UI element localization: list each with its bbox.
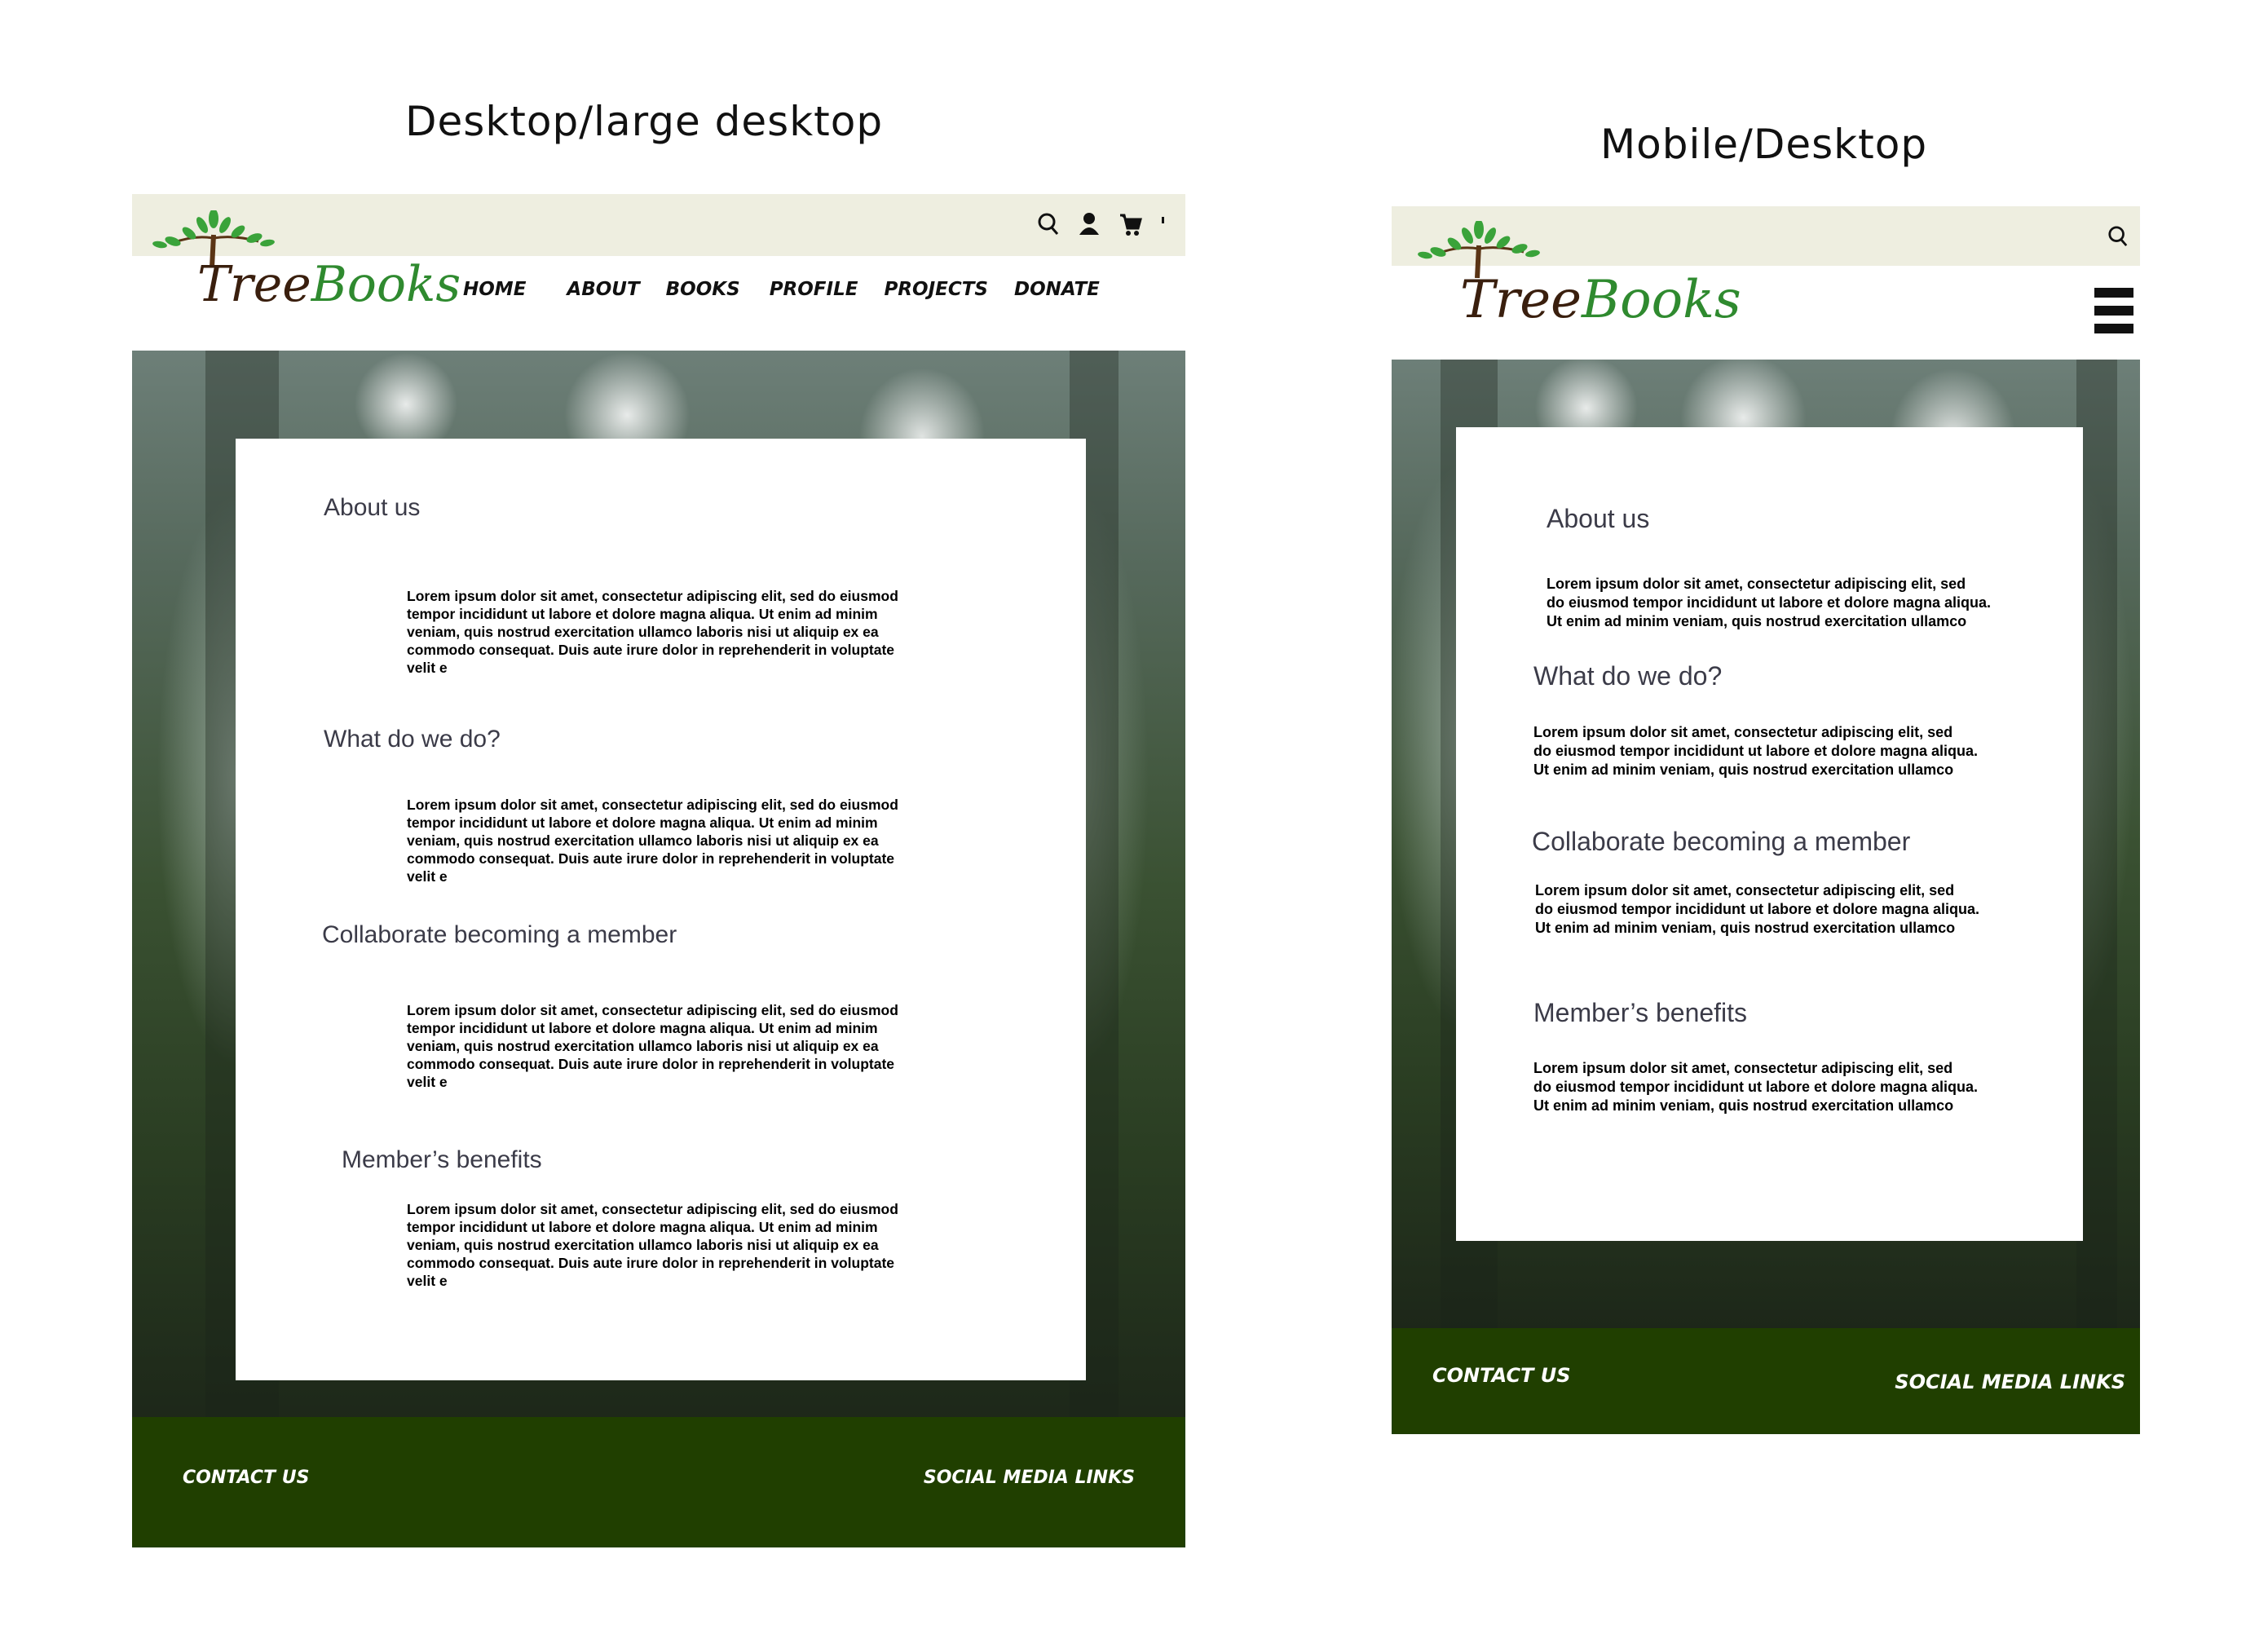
mobile-content-panel: About us Lorem ipsum dolor sit amet, con… <box>1456 427 2083 1241</box>
logo-text: TreeBooks <box>197 256 461 313</box>
mobile-footer: CONTACT US SOCIAL MEDIA LINKS <box>1392 1328 2140 1434</box>
section-text: Lorem ipsum dolor sit amet, consectetur … <box>407 797 898 885</box>
section-text: Lorem ipsum dolor sit amet, consectetur … <box>1547 576 1992 629</box>
overflow-icon[interactable] <box>1161 212 1166 236</box>
section-text: Lorem ipsum dolor sit amet, consectetur … <box>1535 882 1980 936</box>
section-heading: Collaborate becoming a member <box>322 921 677 948</box>
nav-projects[interactable]: PROJECTS <box>884 279 988 300</box>
nav-donate[interactable]: DONATE <box>1014 279 1100 300</box>
nav-books[interactable]: BOOKS <box>666 279 740 300</box>
desktop-nav: HOME ABOUT BOOKS PROFILE PROJECTS DONATE <box>463 279 1100 300</box>
cart-icon[interactable] <box>1119 212 1143 236</box>
desktop-content-panel: About us Lorem ipsum dolor sit amet, con… <box>236 439 1086 1380</box>
desktop-logo[interactable]: TreeBooks <box>148 210 461 333</box>
search-icon[interactable] <box>2107 224 2129 249</box>
desktop-mockup: TreeBooks HOME ABOUT BOOKS PROFILE PROJE… <box>132 194 1185 1547</box>
section-text: Lorem ipsum dolor sit amet, consectetur … <box>407 588 898 676</box>
nav-home[interactable]: HOME <box>463 279 526 300</box>
mobile-mockup: TreeBooks About us Lorem ipsum dolor sit… <box>1392 206 2140 1434</box>
social-media-links[interactable]: SOCIAL MEDIA LINKS <box>1895 1371 2125 1393</box>
section-heading: Member’s benefits <box>342 1146 542 1173</box>
desktop-footer: CONTACT US SOCIAL MEDIA LINKS <box>132 1417 1185 1547</box>
hamburger-menu-icon[interactable] <box>2094 288 2133 333</box>
section-heading: Collaborate becoming a member <box>1532 827 1911 856</box>
mobile-caption: Mobile/Desktop <box>1600 121 1928 168</box>
section-heading: What do we do? <box>324 726 501 753</box>
section-text: Lorem ipsum dolor sit amet, consectetur … <box>1533 1060 1979 1114</box>
section-text: Lorem ipsum dolor sit amet, consectetur … <box>407 1002 898 1090</box>
section-text: Lorem ipsum dolor sit amet, consectetur … <box>1533 724 1979 778</box>
logo-text: TreeBooks <box>1460 270 1741 330</box>
nav-about[interactable]: ABOUT <box>567 279 639 300</box>
section-heading: About us <box>324 494 421 521</box>
desktop-header-icons <box>1037 212 1166 236</box>
section-text: Lorem ipsum dolor sit amet, consectetur … <box>407 1201 898 1289</box>
mobile-logo[interactable]: TreeBooks <box>1410 221 1741 343</box>
contact-us-link[interactable]: CONTACT US <box>1432 1364 1571 1387</box>
section-heading: Member’s benefits <box>1533 998 1748 1027</box>
desktop-caption: Desktop/large desktop <box>405 98 884 145</box>
social-media-links[interactable]: SOCIAL MEDIA LINKS <box>924 1468 1135 1488</box>
section-heading: What do we do? <box>1533 661 1723 691</box>
nav-profile[interactable]: PROFILE <box>770 279 858 300</box>
contact-us-link[interactable]: CONTACT US <box>183 1468 309 1488</box>
user-icon[interactable] <box>1078 212 1101 236</box>
section-heading: About us <box>1547 504 1650 533</box>
search-icon[interactable] <box>1037 212 1060 236</box>
